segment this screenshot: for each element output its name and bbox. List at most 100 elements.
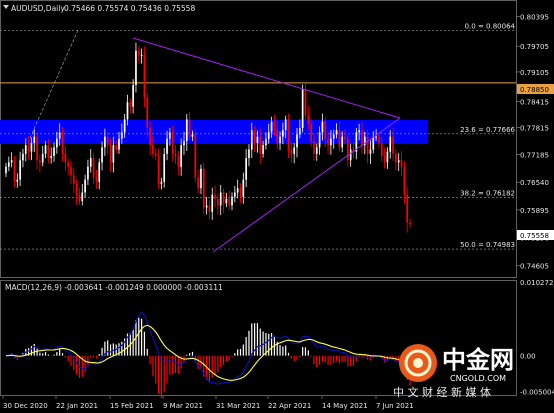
candle-body: [174, 153, 177, 156]
macd-header: MACD(12,26,9) -0.003641 -0.001249 0.0000…: [5, 283, 223, 292]
candle-body: [380, 143, 383, 156]
time-tick-label: 15 Feb 2021: [110, 402, 154, 410]
candle-body: [87, 166, 89, 180]
candle-body: [67, 162, 70, 167]
candle-body: [256, 136, 259, 144]
forex-chart[interactable]: 0.0 = 0.80064 23.6 = 0.77666 38.2 = 0.7618…: [0, 0, 554, 413]
candle-body: [137, 50, 140, 55]
candle-body: [205, 205, 208, 208]
candle-body: [44, 145, 47, 154]
price-tick-label: 0.75895: [520, 207, 549, 215]
time-tick-label: 22 Apr 2021: [268, 402, 311, 410]
candle-body: [211, 194, 214, 212]
candle-body: [239, 188, 242, 197]
candle-body: [358, 130, 360, 133]
candle-body: [13, 160, 16, 182]
candle-body: [56, 138, 58, 148]
candle-body: [366, 136, 369, 154]
candle-body: [19, 160, 21, 180]
candle-body: [341, 136, 344, 148]
candle-body: [245, 158, 247, 180]
candle-body: [270, 121, 273, 133]
candle-body: [307, 115, 310, 124]
candle-body: [5, 166, 7, 174]
candle-body: [332, 134, 335, 139]
candle-body: [403, 166, 406, 195]
candle-body: [335, 130, 338, 135]
price-tick-label: 0.77185: [520, 151, 549, 159]
candle-body: [185, 119, 188, 141]
candle-body: [129, 102, 132, 107]
candle-body: [389, 136, 392, 152]
candle-body: [248, 149, 250, 159]
candle-body: [53, 147, 55, 156]
candle-body: [47, 145, 50, 159]
candle-body: [98, 162, 101, 182]
candle-body: [36, 136, 38, 161]
candle-body: [106, 136, 109, 146]
watermark-brand: 中金网: [442, 346, 514, 374]
candle-body: [330, 138, 332, 146]
header: AUDUSD,Daily 0.75466 0.75574 0.75436 0.7…: [3, 4, 195, 13]
price-tick-label: 0.78415: [520, 99, 549, 107]
candle-body: [118, 138, 120, 150]
candle-body: [30, 143, 33, 152]
candle-body: [301, 89, 304, 129]
candle-body: [349, 149, 352, 161]
candle-body: [154, 153, 157, 156]
candle-body: [375, 136, 377, 138]
candle-body: [27, 145, 30, 152]
candle-body: [228, 198, 231, 206]
candle-body: [214, 194, 216, 199]
price-tick-label: 0.79705: [520, 43, 549, 51]
candle-body: [233, 192, 236, 197]
candle-body: [324, 121, 327, 139]
candle-body: [160, 181, 163, 184]
candle-body: [267, 132, 270, 139]
resistance-zone: [0, 120, 427, 144]
candle-body: [313, 140, 315, 154]
time-tick-label: 31 Mar 2021: [216, 402, 260, 410]
fib-label: 38.2 = 0.76182: [460, 190, 515, 198]
candle-body: [188, 119, 191, 137]
candle-body: [369, 149, 372, 154]
macd-tick-label: 0.010272: [520, 279, 553, 287]
candle-body: [250, 130, 253, 150]
candle-body: [39, 160, 41, 163]
candle-body: [321, 121, 324, 133]
candle-body: [24, 145, 27, 154]
time-tick-label: 14 May 2021: [322, 402, 368, 410]
candle-body: [64, 153, 67, 163]
candle-body: [219, 192, 222, 206]
price-tick-label: 0.77815: [520, 124, 549, 132]
price-tick-label: 0.74605: [520, 262, 549, 270]
candle-body: [61, 132, 64, 154]
candle-body: [279, 136, 281, 144]
time-tick-label: 22 Jan 2021: [56, 402, 98, 410]
candle-body: [180, 145, 183, 167]
candle-body: [78, 194, 81, 202]
candle-body: [262, 145, 264, 154]
candle-body: [50, 155, 53, 159]
candle-body: [242, 179, 245, 197]
candle-body: [225, 198, 228, 204]
candle-body: [70, 166, 72, 176]
candle-body: [143, 54, 146, 98]
candle-body: [200, 168, 202, 189]
candle-body: [395, 153, 397, 163]
candle-body: [169, 132, 171, 139]
candle-body: [104, 136, 106, 148]
candle-body: [284, 119, 287, 131]
candle-body: [166, 138, 168, 154]
candle-body: [259, 136, 262, 154]
candle-body: [22, 153, 24, 161]
candle-body: [361, 130, 363, 146]
candle-body: [318, 132, 321, 148]
candle-body: [282, 130, 284, 137]
candle-body: [304, 89, 307, 116]
candle-body: [183, 140, 185, 146]
fib-label: 0.0 = 0.80064: [465, 23, 516, 31]
candle-body: [397, 160, 400, 163]
candle-body: [191, 134, 194, 137]
candle-body: [171, 132, 174, 154]
